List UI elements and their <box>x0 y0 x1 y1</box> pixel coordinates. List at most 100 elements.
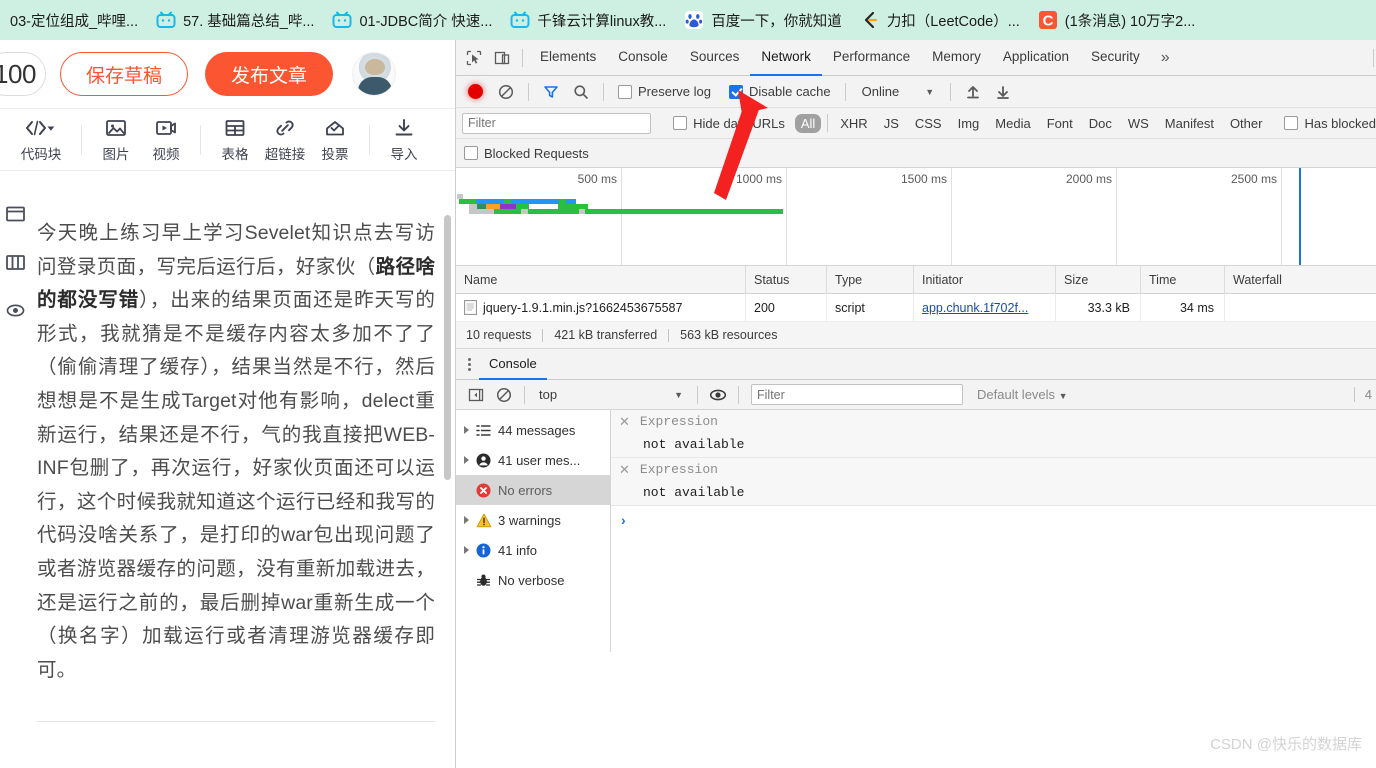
initiator-link[interactable]: app.chunk.1f702f... <box>922 301 1028 315</box>
overview-tick: 2000 ms <box>1066 168 1117 265</box>
paragraph-post: ），出来的结果页面还是昨天写的形式，我就猜是不是缓存内容太多加不了了（偷偷清理了… <box>37 289 435 681</box>
filter-type-img[interactable]: Img <box>952 114 986 133</box>
toolbar-image[interactable]: 图片 <box>91 116 141 163</box>
preserve-log-checkbox[interactable]: Preserve log <box>618 84 711 99</box>
toolbar-table[interactable]: 表格 <box>210 116 260 163</box>
device-toolbar-icon[interactable] <box>488 44 516 72</box>
throttling-select[interactable]: Online ▼ <box>854 84 943 99</box>
drawer-more-options-icon[interactable] <box>464 357 479 371</box>
filter-type-js[interactable]: JS <box>878 114 905 133</box>
console-context-select[interactable]: top ▼ <box>531 387 691 402</box>
avatar[interactable] <box>352 52 396 96</box>
tab-performance[interactable]: Performance <box>822 40 921 76</box>
editor-scrollbar-thumb[interactable] <box>444 215 451 480</box>
record-button[interactable] <box>468 84 483 99</box>
bookmark-item[interactable]: 千锋云计算linux教... <box>510 10 666 31</box>
console-levels-select[interactable]: Default levels ▼ <box>977 387 1068 402</box>
bookmark-item[interactable]: 03-定位组成_哔哩... <box>10 10 138 31</box>
close-icon[interactable]: ✕ <box>619 414 630 430</box>
drawer-tab-console[interactable]: Console <box>479 349 547 380</box>
toolbar-code-block[interactable]: 代码块 <box>10 116 72 163</box>
console-sidebar-messages[interactable]: 44 messages <box>456 415 610 445</box>
expand-triangle-icon[interactable] <box>464 546 469 554</box>
blocked-requests-checkbox[interactable]: Blocked Requests <box>464 146 589 161</box>
bookmark-item[interactable]: 01-JDBC简介 快速... <box>332 10 492 31</box>
filter-type-doc[interactable]: Doc <box>1083 114 1118 133</box>
tab-network[interactable]: Network <box>750 40 822 76</box>
publish-article-button[interactable]: 发布文章 <box>205 52 333 96</box>
tab-elements[interactable]: Elements <box>529 40 607 76</box>
cell-initiator: app.chunk.1f702f... <box>914 293 1056 322</box>
tab-application[interactable]: Application <box>992 40 1080 76</box>
table-row[interactable]: jquery-1.9.1.min.js?1662453675587 200 sc… <box>456 293 1376 322</box>
expand-triangle-icon[interactable] <box>464 426 469 434</box>
filter-type-other[interactable]: Other <box>1224 114 1269 133</box>
more-tabs-icon[interactable]: » <box>1151 49 1180 67</box>
console-sidebar-info[interactable]: 41 info <box>456 535 610 565</box>
toolbar-import[interactable]: 导入 <box>379 116 429 163</box>
filter-type-xhr[interactable]: XHR <box>834 114 873 133</box>
tab-console[interactable]: Console <box>607 40 679 76</box>
console-message[interactable]: ✕ Expression not available <box>611 458 1376 506</box>
inspect-element-icon[interactable] <box>460 44 488 72</box>
console-toolbar: top ▼ Filter Default levels ▼ 4 <box>456 380 1376 410</box>
live-expression-eye-icon[interactable] <box>704 381 732 409</box>
filter-type-font[interactable]: Font <box>1041 114 1079 133</box>
column-header-initiator[interactable]: Initiator <box>914 265 1056 294</box>
checkbox-box <box>464 146 478 160</box>
export-har-icon[interactable] <box>989 78 1017 106</box>
console-sidebar-errors[interactable]: No errors <box>456 475 610 505</box>
console-sidebar-warnings[interactable]: 3 warnings <box>456 505 610 535</box>
columns-icon[interactable] <box>5 253 25 277</box>
has-blocked-checkbox[interactable]: Has blocked <box>1284 116 1376 131</box>
import-har-icon[interactable] <box>959 78 987 106</box>
disable-cache-checkbox[interactable]: Disable cache <box>728 84 831 99</box>
save-draft-button[interactable]: 保存草稿 <box>60 52 188 96</box>
toolbar-video[interactable]: 视频 <box>141 116 191 163</box>
bookmark-item[interactable]: 力扣（LeetCode）... <box>860 10 1020 31</box>
tab-sources[interactable]: Sources <box>679 40 751 76</box>
filter-type-all[interactable]: All <box>794 113 822 133</box>
bookmark-item[interactable]: C (1条消息) 10万字2... <box>1038 10 1195 31</box>
bookmark-item[interactable]: 57. 基础篇总结_哔... <box>156 10 314 31</box>
console-sidebar-toggle-icon[interactable] <box>462 381 490 409</box>
column-header-name[interactable]: Name <box>456 265 746 294</box>
hide-data-urls-checkbox[interactable]: Hide data URLs <box>673 116 785 131</box>
column-header-time[interactable]: Time <box>1141 265 1225 294</box>
article-heading: 具体实现步骤 <box>37 764 435 768</box>
filter-funnel-icon[interactable] <box>537 78 565 106</box>
console-clear-icon[interactable] <box>490 381 518 409</box>
preview-eye-icon[interactable] <box>6 301 25 325</box>
console-prompt[interactable]: › <box>611 506 1376 528</box>
toolbar-vote[interactable]: 投票 <box>310 116 360 163</box>
cell-waterfall <box>1225 294 1375 322</box>
tab-memory[interactable]: Memory <box>921 40 992 76</box>
console-sidebar-user-messages[interactable]: 41 user mes... <box>456 445 610 475</box>
column-header-type[interactable]: Type <box>827 265 914 294</box>
network-overview[interactable]: 500 ms 1000 ms 1500 ms 2000 ms 2500 ms <box>456 168 1376 266</box>
expand-triangle-icon[interactable] <box>464 456 469 464</box>
article-body[interactable]: 今天晚上练习早上学习Sevelet知识点去写访问登录页面，写完后运行后，好家伙（… <box>30 171 455 768</box>
network-filter-input[interactable]: Filter <box>462 112 652 134</box>
expand-triangle-icon[interactable] <box>464 516 469 524</box>
filter-type-media[interactable]: Media <box>989 114 1036 133</box>
filter-type-manifest[interactable]: Manifest <box>1159 114 1220 133</box>
console-message[interactable]: ✕ Expression not available <box>611 410 1376 458</box>
import-icon <box>393 116 415 140</box>
column-header-status[interactable]: Status <box>746 265 827 294</box>
column-header-waterfall[interactable]: Waterfall <box>1225 266 1375 294</box>
filter-type-css[interactable]: CSS <box>909 114 948 133</box>
filter-type-ws[interactable]: WS <box>1122 114 1155 133</box>
bookmark-item[interactable]: 百度一下，你就知道 <box>684 10 842 31</box>
layout-icon[interactable] <box>5 205 25 229</box>
article-paragraph: 今天晚上练习早上学习Sevelet知识点去写访问登录页面，写完后运行后，好家伙（… <box>37 217 435 687</box>
console-filter-input[interactable]: Filter <box>751 384 963 405</box>
toolbar-label: 超链接 <box>264 147 306 162</box>
search-icon[interactable] <box>567 78 595 106</box>
console-sidebar-verbose[interactable]: No verbose <box>456 565 610 595</box>
close-icon[interactable]: ✕ <box>619 462 630 478</box>
tab-security[interactable]: Security <box>1080 40 1151 76</box>
toolbar-hyperlink[interactable]: 超链接 <box>260 116 310 163</box>
clear-icon[interactable] <box>492 78 520 106</box>
column-header-size[interactable]: Size <box>1056 265 1141 294</box>
